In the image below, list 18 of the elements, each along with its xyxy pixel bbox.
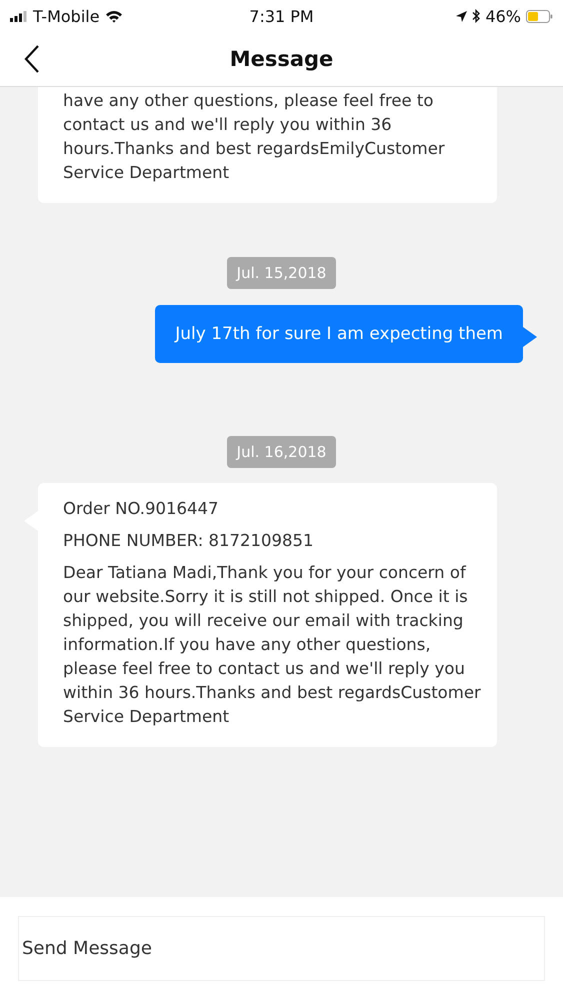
date-chip: Jul. 16,2018 bbox=[226, 436, 336, 468]
message-text: have any other questions, please feel free to contact us and we'll reply you within 36 hours.Thanks and best regardsEmilyCustomer Service Department bbox=[63, 90, 446, 184]
clock-time: 7:31 PM bbox=[249, 6, 314, 26]
bluetooth-icon bbox=[472, 9, 480, 23]
carrier-name: T-Mobile bbox=[33, 6, 100, 26]
location-arrow-icon bbox=[456, 10, 468, 22]
page-title: Message bbox=[230, 47, 334, 71]
message-text: Order NO.9016447 bbox=[63, 498, 220, 520]
message-text: July 17th for sure I am expecting them bbox=[175, 324, 503, 344]
battery-icon bbox=[526, 10, 553, 22]
battery-percent: 46% bbox=[485, 6, 521, 26]
message-text: PHONE NUMBER: 8172109851 bbox=[63, 530, 314, 552]
wifi-icon bbox=[104, 10, 123, 22]
message-input[interactable]: Send Message bbox=[18, 916, 545, 981]
date-chip: Jul. 15,2018 bbox=[226, 257, 336, 289]
message-text: Dear Tatiana Madi,Thank you for your concern of our website.Sorry it is still not shipped. Once it is shipped, you will receive our email with tracking information.If you have any other questions, please feel free to contact us and we'll reply you within 36 hours.Thanks and best regardsCustomer Service Department bbox=[63, 562, 482, 728]
chevron-left-icon bbox=[24, 45, 40, 73]
signal-icon bbox=[10, 10, 28, 22]
